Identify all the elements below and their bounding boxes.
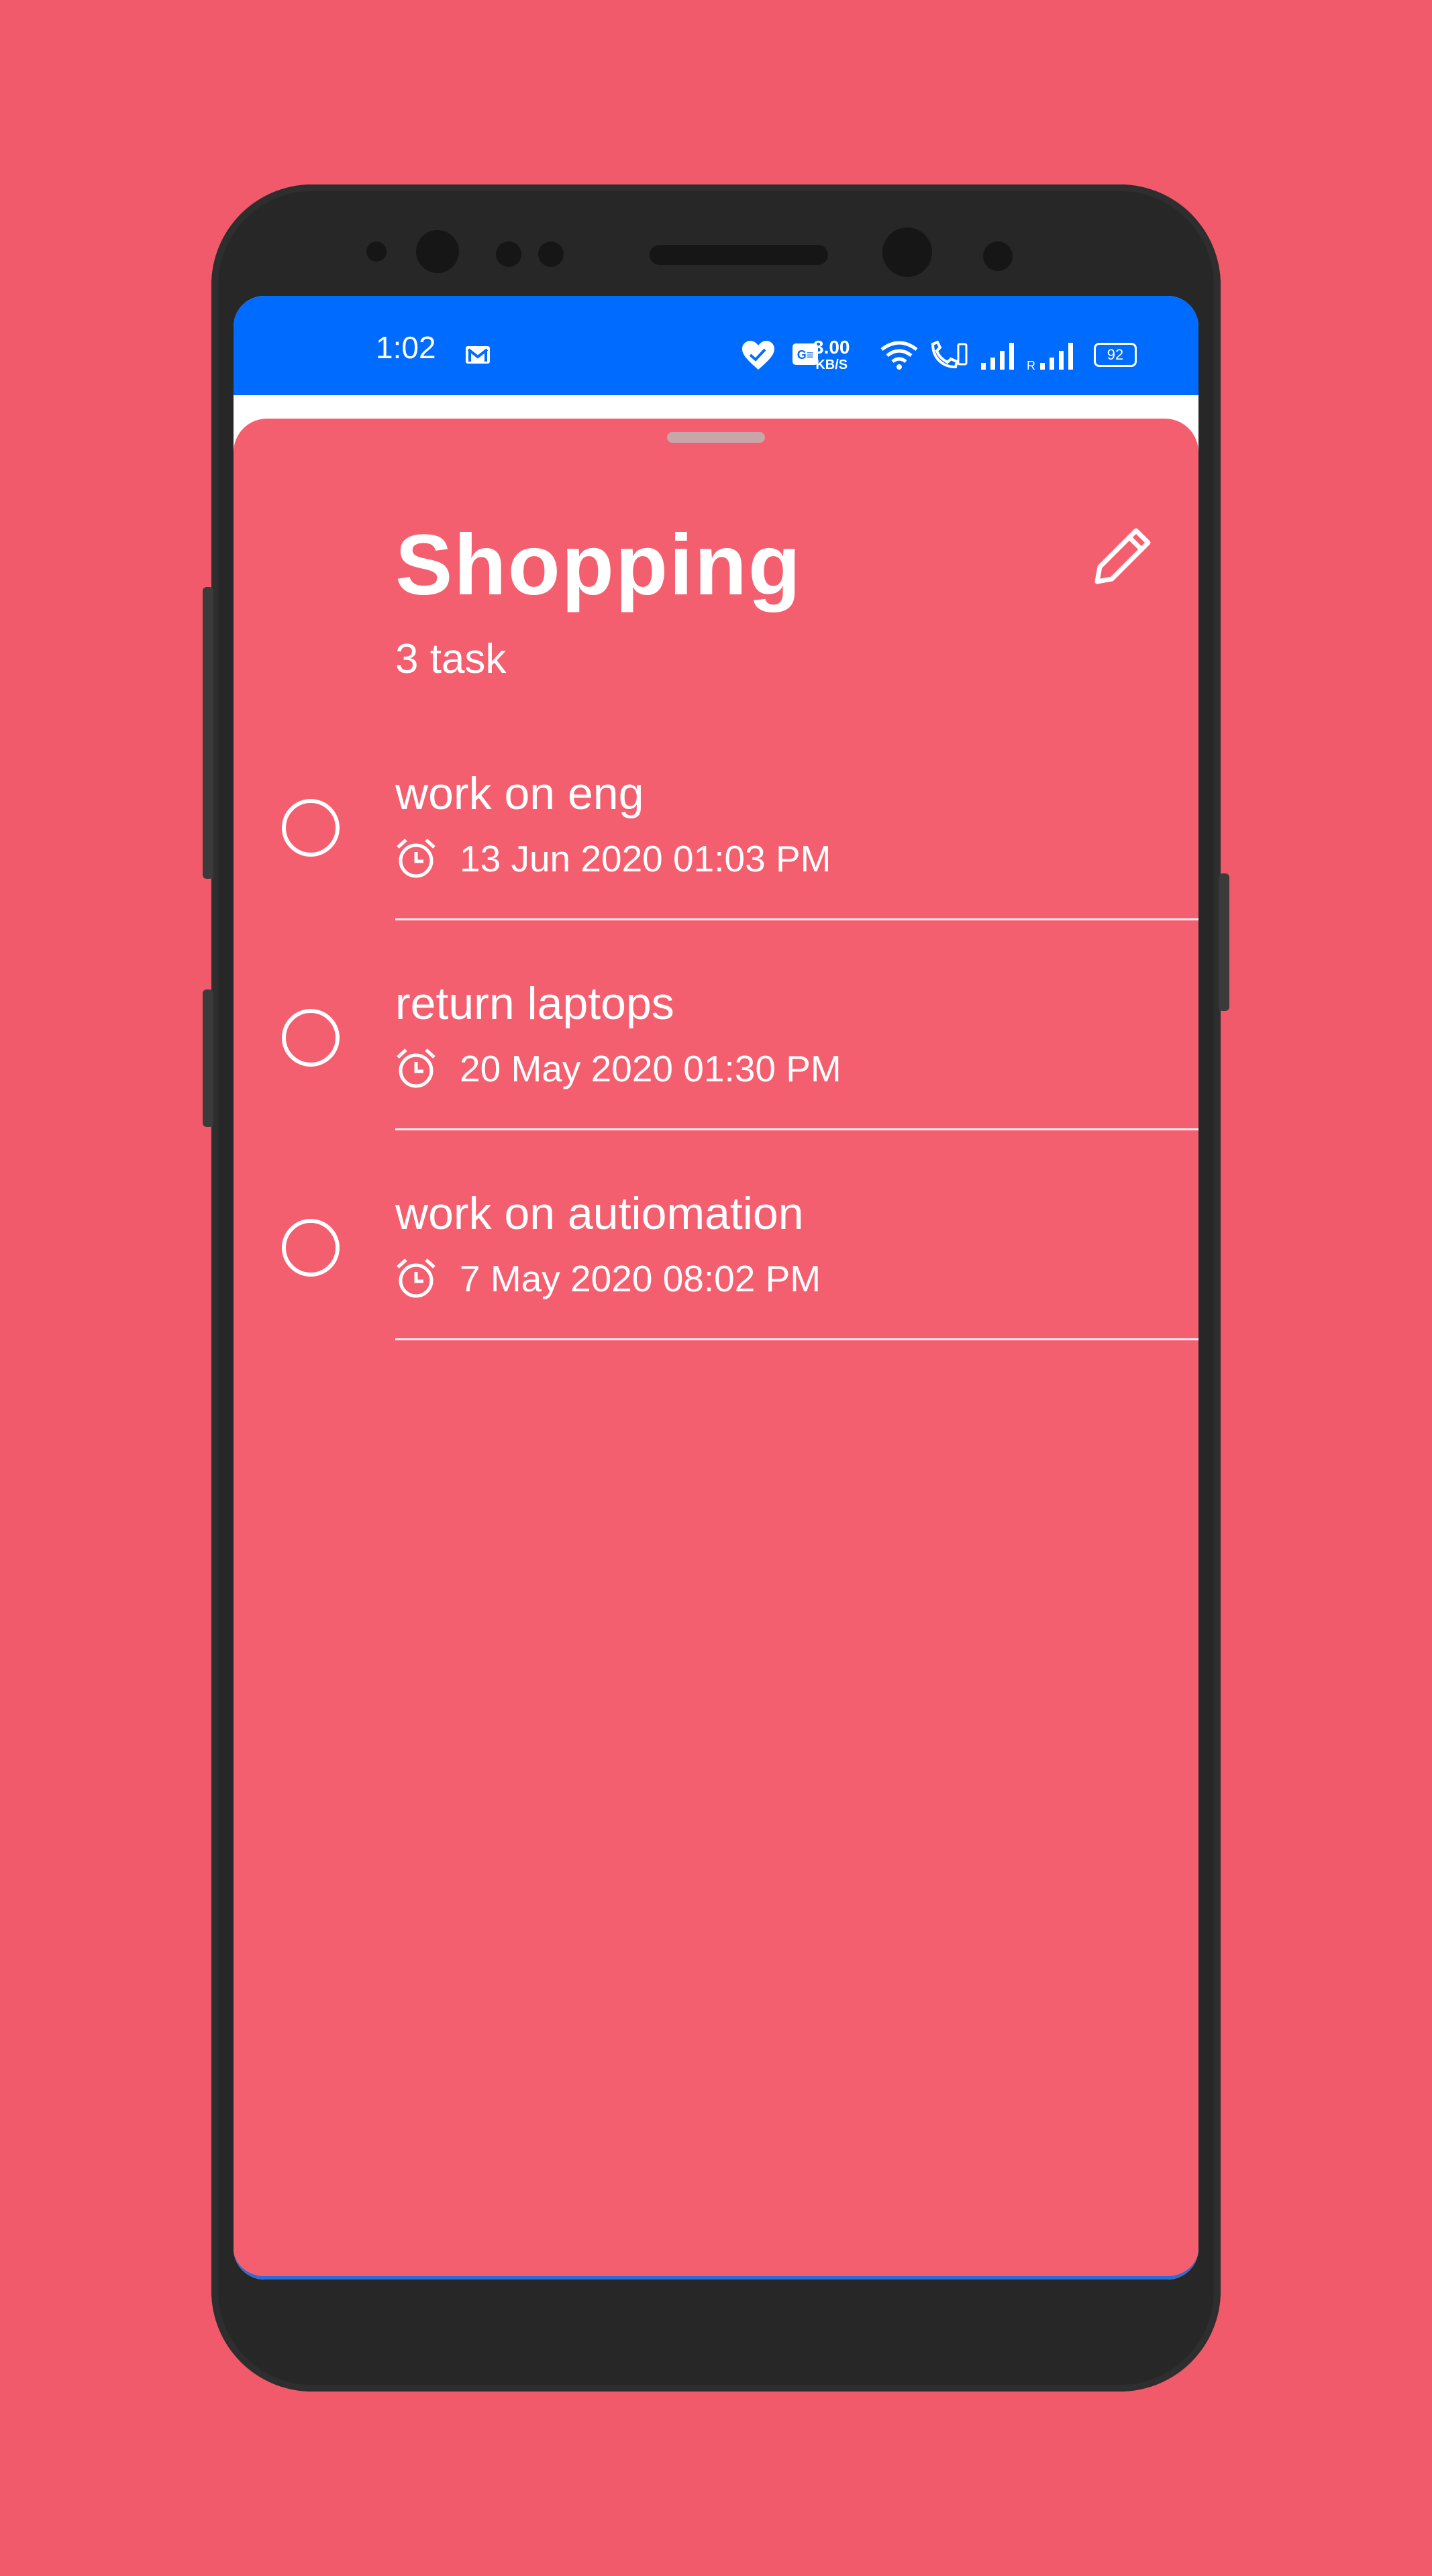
task-name: work on autiomation — [395, 1188, 804, 1239]
task-reminder: 13 Jun 2020 01:03 PM — [395, 837, 831, 880]
network-speed-unit: KB/S — [815, 358, 848, 372]
task-count: 3 task — [395, 636, 507, 682]
status-time: 1:02 — [376, 330, 436, 365]
roaming-signal-icon: R — [1025, 340, 1079, 371]
health-icon — [741, 340, 776, 371]
drag-handle[interactable] — [667, 432, 765, 443]
divider — [395, 1128, 1198, 1130]
alarm-clock-icon — [397, 1258, 436, 1298]
task-time: 20 May 2020 01:30 PM — [460, 1048, 841, 1089]
task-checkbox[interactable] — [282, 799, 340, 857]
task-checkbox[interactable] — [282, 1219, 340, 1277]
volume-up-button — [203, 587, 213, 879]
roaming-label: R — [1027, 359, 1035, 371]
network-speed: 3.00 KB/S — [813, 337, 850, 374]
task-checbox[interactable] — [282, 1009, 340, 1067]
task-name: return laptops — [395, 978, 674, 1029]
front-sensor — [366, 241, 387, 262]
status-bar: 1:02 G≡ 3.00 KB/S R 92 — [234, 296, 1198, 395]
front-sensor — [983, 241, 1013, 271]
task-reminder: 20 May 2020 01:30 PM — [395, 1047, 841, 1090]
divider — [395, 1338, 1198, 1340]
network-speed-value: 3.00 — [813, 337, 850, 358]
alarm-clock-icon — [397, 839, 436, 878]
volume-down-button — [203, 989, 213, 1127]
signal-icon — [980, 340, 1017, 371]
power-button — [1219, 873, 1229, 1011]
volte-call-icon — [929, 340, 969, 371]
list-detail-sheet: Shopping 3 task work on eng 13 Jun 2020 … — [234, 419, 1198, 2279]
svg-text:G≡: G≡ — [797, 348, 814, 362]
front-camera — [416, 230, 459, 273]
task-item[interactable]: return laptops 20 May 2020 01:30 PM — [234, 930, 1198, 1140]
pencil-icon — [1094, 528, 1151, 584]
front-camera — [882, 227, 932, 277]
task-reminder: 7 May 2020 08:02 PM — [395, 1257, 821, 1300]
task-item[interactable]: work on autiomation 7 May 2020 08:02 PM — [234, 1140, 1198, 1350]
gmail-icon — [464, 344, 491, 366]
task-time: 13 Jun 2020 01:03 PM — [460, 838, 831, 879]
task-item[interactable]: work on eng 13 Jun 2020 01:03 PM — [234, 720, 1198, 930]
divider — [395, 918, 1198, 920]
phone-screen: 1:02 G≡ 3.00 KB/S R 92 Shopping 3 task w… — [234, 296, 1198, 2279]
alarm-clock-icon — [397, 1049, 436, 1088]
edit-button[interactable] — [1089, 523, 1156, 590]
front-sensor — [538, 241, 564, 267]
wifi-icon — [879, 340, 919, 371]
earpiece-speaker — [650, 245, 828, 265]
task-name: work on eng — [395, 768, 644, 819]
battery-icon: 92 — [1094, 343, 1137, 367]
page-title: Shopping — [395, 517, 803, 613]
front-sensor — [496, 241, 521, 267]
task-time: 7 May 2020 08:02 PM — [460, 1258, 821, 1299]
